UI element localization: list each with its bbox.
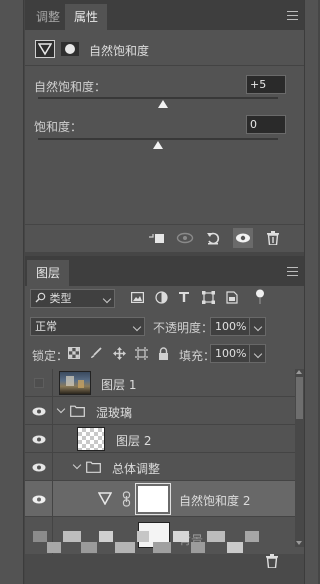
eye-icon [32, 435, 45, 443]
properties-panel: 调整 属性 自然饱和度 自然饱和度： +5 饱和度： 0 [25, 0, 304, 252]
delete-icon[interactable] [266, 554, 278, 568]
left-dock-edge [0, 0, 24, 584]
fill-dropdown[interactable] [249, 344, 266, 363]
vibrance-label: 自然饱和度： [34, 80, 107, 94]
delete-icon[interactable] [263, 228, 283, 248]
opacity-dropdown[interactable] [249, 317, 266, 336]
photo-glow [66, 376, 74, 386]
tab-properties[interactable]: 属性 [65, 4, 108, 30]
layers-tabbar: 图层 [25, 256, 304, 286]
layer-mask-icon[interactable] [61, 42, 79, 56]
layer-name: 图层 2 [116, 434, 152, 448]
saturation-slider-thumb[interactable] [153, 141, 163, 149]
hidden-eye-icon [33, 378, 44, 388]
saturation-value-field[interactable]: 0 [246, 115, 286, 134]
layer-thumbnail-photo [59, 371, 91, 395]
eye-icon [32, 407, 45, 415]
smart-object-filter-icon[interactable] [224, 289, 240, 305]
folder-icon [70, 405, 85, 417]
pixel-filter-icon[interactable] [129, 289, 145, 305]
chain-link-icon[interactable] [122, 491, 131, 507]
lock-transparent-icon[interactable] [66, 345, 82, 361]
layer-row[interactable]: 图层 2 [25, 425, 295, 453]
opacity-label: 不透明度： [153, 321, 214, 335]
lock-image-icon[interactable] [88, 345, 104, 361]
view-previous-state-icon[interactable] [175, 228, 195, 248]
eye-icon [32, 463, 45, 471]
reset-icon[interactable] [203, 228, 223, 248]
layer-row-selected[interactable]: 自然饱和度 2 [25, 481, 295, 517]
layers-scrollbar[interactable] [295, 369, 304, 547]
panel-menu-icon[interactable] [287, 267, 298, 276]
visibility-toggle[interactable] [25, 397, 53, 425]
chevron-down-icon [102, 294, 112, 304]
fill-value: 100% [215, 347, 247, 360]
lock-all-icon[interactable] [155, 345, 171, 361]
visibility-toggle[interactable] [25, 481, 53, 517]
saturation-label: 饱和度： [34, 120, 83, 134]
eye-icon [32, 495, 45, 503]
folder-icon [86, 461, 101, 473]
layer-thumbnail-transparent [77, 427, 105, 451]
layer-mask-thumbnail[interactable] [135, 483, 171, 515]
vibrance-slider-thumb[interactable] [157, 100, 168, 108]
panel-menu-icon[interactable] [287, 11, 298, 20]
visibility-icon[interactable] [233, 228, 253, 248]
layer-row[interactable]: 图层 1 [25, 369, 295, 397]
visibility-toggle[interactable] [25, 369, 53, 397]
scrollbar-thumb[interactable] [296, 377, 303, 419]
chevron-down-icon[interactable] [56, 404, 66, 414]
tab-adjustments[interactable]: 调整 [27, 4, 69, 30]
opacity-value: 100% [215, 320, 247, 333]
vibrance-slider-track[interactable] [38, 97, 278, 99]
layer-name: 自然饱和度 2 [179, 494, 251, 508]
search-icon [35, 291, 46, 303]
photo-glow [78, 380, 84, 388]
blend-mode-select[interactable]: 正常 [30, 317, 145, 336]
lock-artboard-icon[interactable] [133, 345, 149, 361]
obscured-region [33, 531, 273, 553]
chevron-down-icon [253, 322, 263, 332]
vibrance-adjustment-icon [35, 40, 55, 58]
type-filter-icon[interactable] [176, 289, 192, 305]
layers-panel: 图层 类型 正常 不透明度： 100% 锁定： 填充： 100% 图层 1 湿玻… [25, 256, 304, 584]
scroll-down-icon[interactable] [296, 541, 302, 545]
chevron-down-icon[interactable] [72, 460, 82, 470]
filter-toggle-icon[interactable] [252, 289, 268, 305]
chevron-down-icon [253, 349, 263, 359]
properties-title: 自然饱和度 [89, 44, 150, 58]
vibrance-adjustment-icon [98, 492, 112, 505]
lock-label: 锁定： [32, 349, 69, 363]
adjustment-filter-icon[interactable] [153, 289, 169, 305]
layer-group-row[interactable]: 总体调整 [25, 453, 295, 481]
blend-mode-value: 正常 [35, 320, 57, 333]
layer-group-row[interactable]: 湿玻璃 [25, 397, 295, 425]
lock-position-icon[interactable] [111, 345, 127, 361]
properties-tabbar: 调整 属性 [25, 0, 304, 30]
filter-kind-select[interactable]: 类型 [30, 289, 115, 308]
right-dock-edge [304, 0, 318, 584]
vibrance-value-field[interactable]: +5 [246, 75, 286, 94]
layer-name: 湿玻璃 [96, 406, 133, 420]
shape-filter-icon[interactable] [200, 289, 216, 305]
filter-kind-value: 类型 [49, 292, 72, 305]
visibility-toggle[interactable] [25, 453, 53, 481]
chevron-down-icon [132, 322, 142, 332]
layer-name: 总体调整 [112, 462, 161, 476]
saturation-slider-track[interactable] [38, 138, 278, 140]
clip-to-layer-icon[interactable] [147, 228, 167, 248]
layers-footer [25, 554, 304, 584]
layer-name: 图层 1 [101, 378, 137, 392]
tab-layers[interactable]: 图层 [27, 260, 70, 286]
visibility-toggle[interactable] [25, 425, 53, 453]
scroll-up-icon[interactable] [296, 370, 302, 374]
